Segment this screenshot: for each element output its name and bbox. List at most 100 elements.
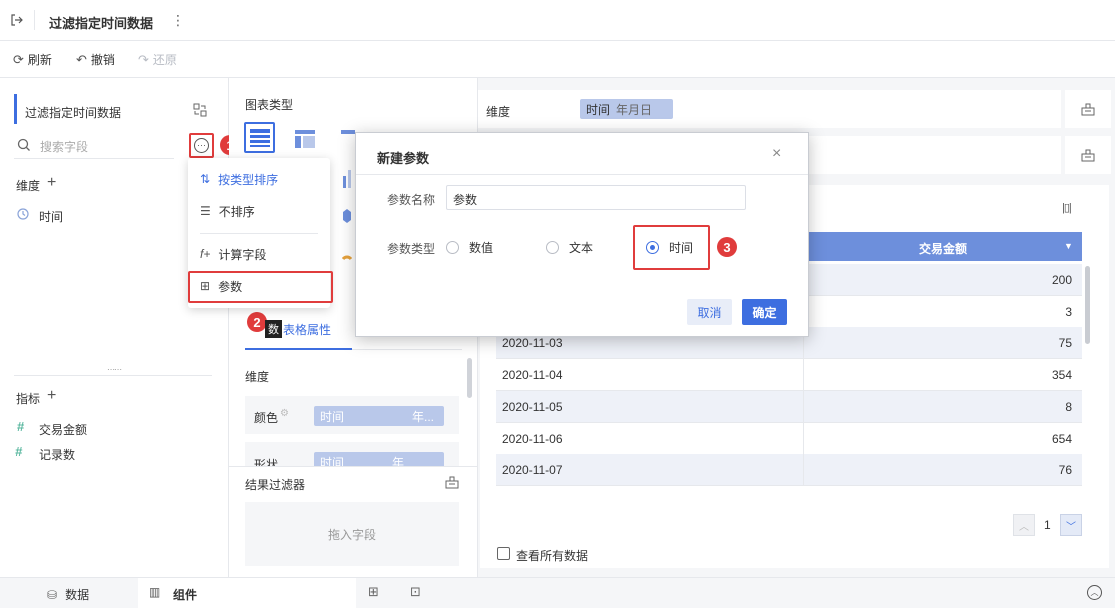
number-field-icon: # [17, 419, 25, 434]
filter-divider [229, 466, 478, 467]
dialog-title: 新建参数 [377, 151, 430, 166]
step-badge-3: 3 [717, 237, 737, 257]
table-scrollbar[interactable] [1085, 266, 1090, 344]
undo-button[interactable]: ↶ 撤销 [76, 51, 115, 68]
annotation-box-2 [188, 271, 333, 303]
metric-shelf-settings[interactable] [1065, 136, 1111, 174]
section-divider [14, 375, 212, 376]
radio-number[interactable] [446, 241, 459, 254]
radio-text[interactable] [546, 241, 559, 254]
settings-icon[interactable]: ⚙ [280, 408, 289, 419]
menu-divider [200, 233, 318, 234]
param-type-label: 参数类型 [387, 242, 436, 256]
refresh-button[interactable]: ⟳ 刷新 [13, 51, 52, 68]
add-dimension-icon[interactable]: + [47, 174, 56, 192]
database-icon: ⛁ [47, 587, 58, 602]
tab-data[interactable]: ⛁ 数据 [47, 586, 89, 603]
switch-dataset-icon[interactable] [193, 103, 207, 117]
chart-type-gauge[interactable] [341, 248, 353, 263]
dimension-field-time[interactable]: 时间 [39, 208, 63, 225]
dataset-name[interactable]: 过滤指定时间数据 [25, 104, 121, 121]
resize-handle[interactable]: ⋯⋯ [107, 365, 122, 374]
redo-button[interactable]: ↷ 还原 [138, 51, 177, 68]
exit-icon[interactable] [10, 13, 24, 27]
filter-drop-zone[interactable]: 拖入字段 [245, 502, 459, 566]
menu-item-no-sort[interactable]: ☰ 不排序 [188, 196, 330, 226]
calc-number-field-icon: # [15, 444, 23, 459]
page-next-button[interactable]: ﹀ [1060, 514, 1082, 536]
type-option-text[interactable]: 文本 [546, 239, 593, 256]
step-badge-2: 2 [247, 312, 267, 332]
add-metric-icon[interactable]: + [47, 387, 56, 405]
param-name-input[interactable]: 参数 [446, 185, 746, 210]
tab-label-prefix: 数 [265, 320, 282, 338]
style-dimension-label: 维度 [245, 370, 270, 384]
sort-type-icon: ⇅ [200, 172, 211, 186]
menu-item-calc-field[interactable]: f+ 计算字段 [188, 239, 330, 269]
menu-item-sort-by-type[interactable]: ⇅ 按类型排序 [188, 164, 330, 194]
annotation-box-3 [633, 225, 710, 270]
shape-label: 形状 [254, 458, 279, 466]
more-vertical-icon[interactable]: ⋮ [171, 12, 185, 29]
new-parameter-dialog: 新建参数 × 参数名称 参数 参数类型 数值 文本 时间 取消 确定 [355, 132, 809, 337]
dimension-shelf-settings[interactable] [1065, 90, 1111, 128]
undo-icon: ↶ [76, 51, 87, 67]
search-underline [14, 158, 174, 159]
tab-component[interactable]: ▥ 组件 [138, 578, 356, 608]
metric-field-count[interactable]: 记录数 [39, 446, 75, 463]
dimension-label: 维度 [16, 179, 41, 193]
cancel-button[interactable]: 取消 [687, 299, 732, 325]
result-filter-label: 结果过滤器 [245, 478, 306, 492]
chart-settings-icon[interactable]: |▯| [1062, 201, 1072, 214]
redo-icon: ↷ [138, 51, 149, 67]
color-label: 颜色 [254, 411, 279, 425]
scrollbar[interactable] [467, 358, 472, 398]
collapse-up-icon[interactable]: ︿ [1087, 585, 1102, 600]
page-number: 1 [1044, 518, 1051, 532]
param-name-label: 参数名称 [387, 193, 436, 207]
table-row[interactable]: 2020-11-07 76 [496, 454, 1082, 486]
add-dashboard-icon[interactable]: ⊡ [410, 584, 421, 600]
view-all-checkbox[interactable] [497, 547, 510, 560]
time-field-icon [17, 208, 29, 220]
metric-field-amount[interactable]: 交易金额 [39, 421, 87, 438]
chart-type-partial[interactable] [341, 130, 355, 151]
page-prev-button[interactable]: ︿ [1013, 514, 1035, 536]
chart-bar-icon: ▥ [149, 585, 161, 599]
add-component-icon[interactable]: ⊞ [368, 584, 379, 600]
more-options-icon[interactable]: ··· [194, 138, 209, 153]
active-tab-indicator [245, 348, 352, 350]
divider [34, 10, 35, 30]
search-icon [17, 138, 31, 152]
dimension-shelf [478, 90, 1061, 128]
type-option-number[interactable]: 数值 [446, 239, 493, 256]
no-sort-icon: ☰ [200, 204, 211, 218]
shape-field-pill[interactable]: 时间 年 [314, 452, 444, 466]
table-header-amount[interactable]: 交易金额 [919, 240, 967, 257]
sort-dropdown-icon[interactable]: ▼ [1064, 241, 1073, 251]
formula-icon: f+ [200, 247, 211, 261]
dataset-indicator [14, 94, 17, 124]
view-all-label[interactable]: 查看所有数据 [516, 547, 588, 564]
filter-settings-icon[interactable] [445, 475, 459, 489]
bottom-bar: ⛁ 数据 ▥ 组件 ⊞ ⊡ ︿ [0, 577, 1115, 608]
page-title: 过滤指定时间数据 [49, 16, 154, 31]
confirm-button[interactable]: 确定 [742, 299, 787, 325]
metric-label: 指标 [16, 392, 41, 406]
table-properties-tab[interactable]: 表格属性 [283, 321, 331, 338]
table-row[interactable]: 2020-11-04 354 [496, 359, 1082, 391]
dialog-header-divider [356, 174, 808, 175]
table-row[interactable]: 2020-11-05 8 [496, 391, 1082, 423]
color-field-pill[interactable]: 时间 年... [314, 406, 444, 426]
tab-divider [352, 349, 462, 350]
close-icon[interactable]: × [772, 145, 781, 163]
table-row[interactable]: 2020-11-06 654 [496, 423, 1082, 455]
chart-type-bar[interactable] [342, 170, 352, 191]
chart-type-map[interactable] [342, 208, 352, 227]
chart-type-label: 图表类型 [245, 98, 294, 112]
chart-type-crosstable[interactable] [295, 130, 315, 151]
search-input[interactable]: 搜索字段 [40, 138, 88, 155]
chart-type-table-selected[interactable] [244, 122, 275, 153]
dimension-shelf-pill[interactable]: 时间 年月日 [580, 99, 673, 119]
dimension-shelf-label: 维度 [486, 105, 511, 119]
